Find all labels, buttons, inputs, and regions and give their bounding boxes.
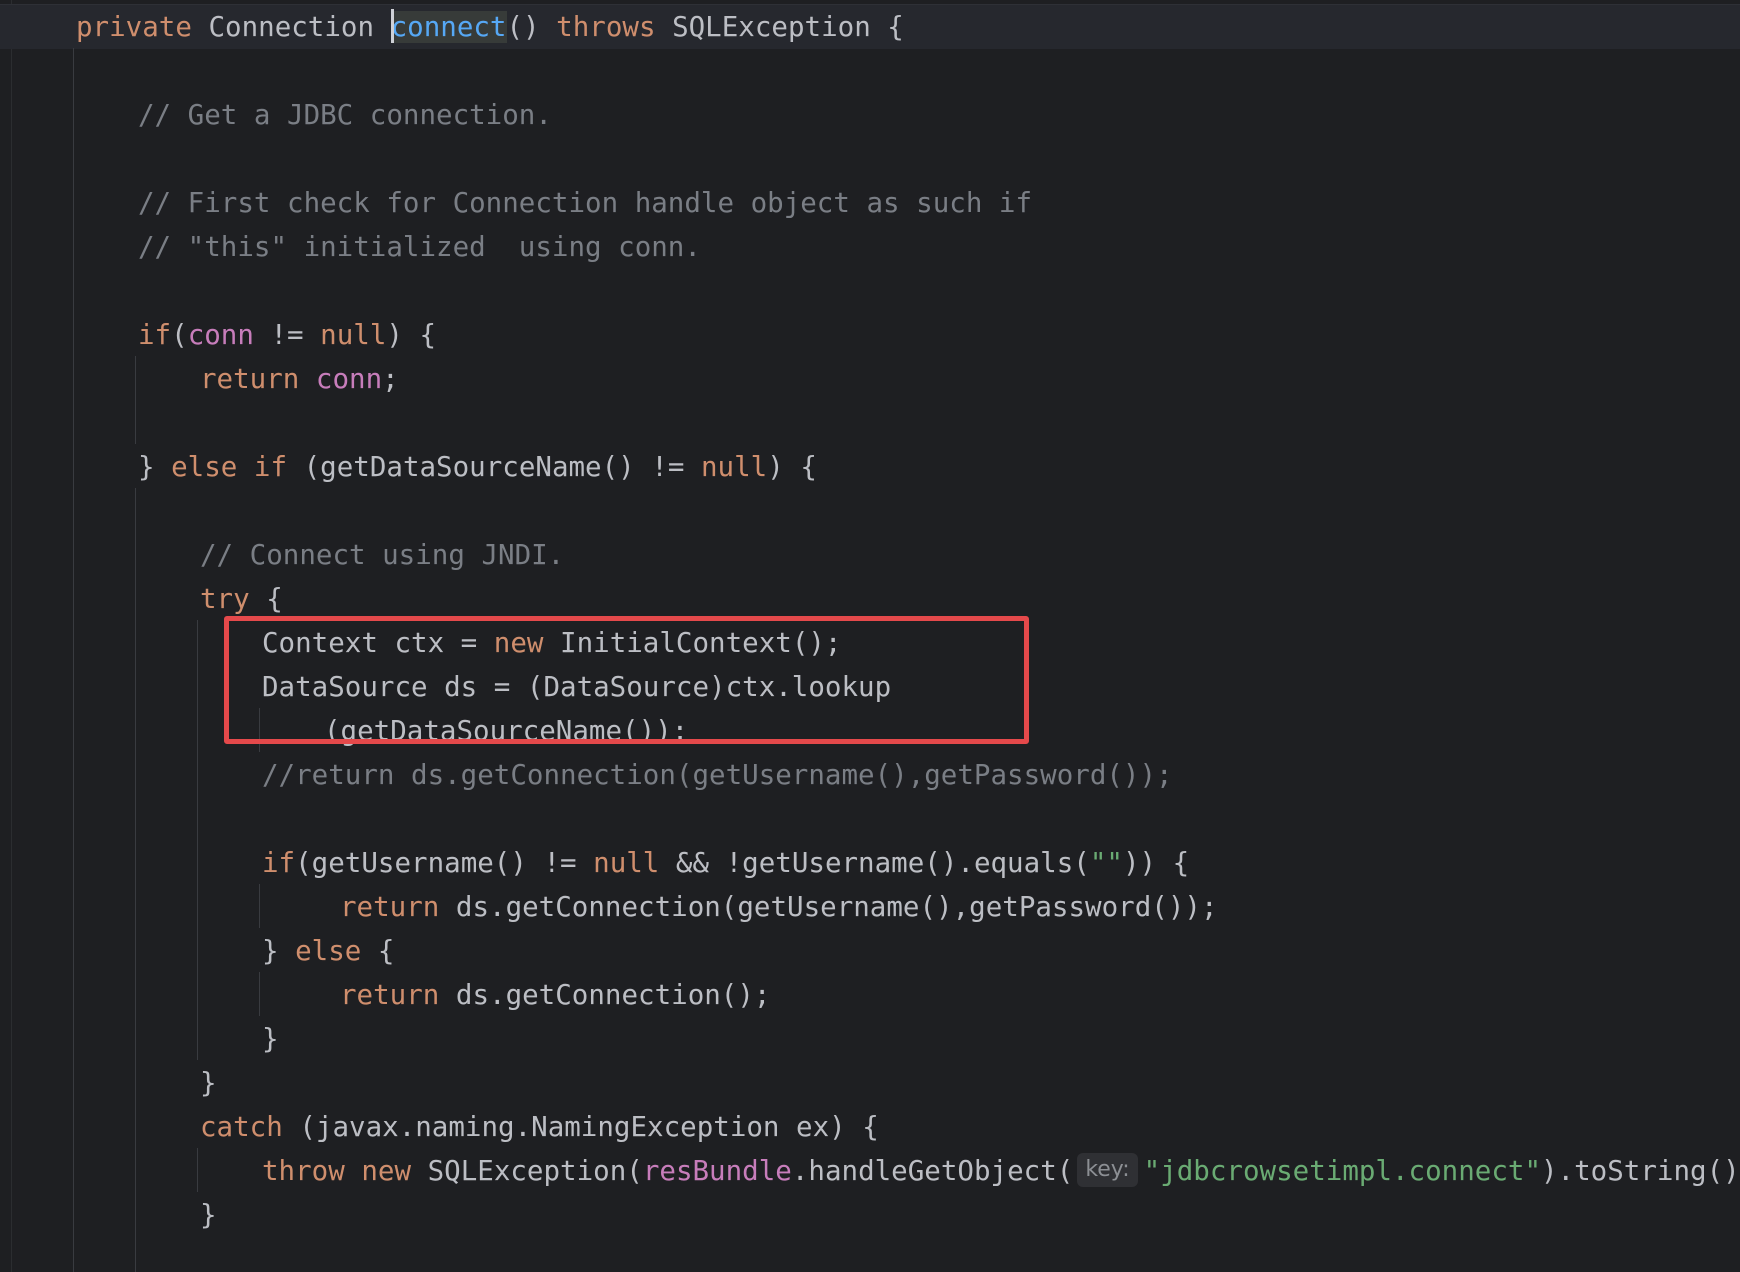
exception-type: SQLException { [655, 11, 904, 43]
code-line-try[interactable]: try { [200, 577, 283, 621]
brace: )) { [1122, 847, 1190, 879]
keyword-if: if [138, 319, 172, 351]
code-line-if-username[interactable]: if(getUsername() != null && !getUsername… [262, 841, 1189, 885]
indent-guide [197, 620, 198, 1060]
code-line-return-conn[interactable]: return conn; [200, 357, 399, 401]
keyword-null: null [320, 319, 387, 351]
indent-guide [73, 48, 74, 1272]
method-call: ds.getConnection(getUsername(),getPasswo… [439, 891, 1218, 923]
brace: } [262, 935, 296, 967]
brace: { [249, 583, 283, 615]
keyword-throws: throws [556, 11, 656, 43]
field-conn: conn [187, 319, 254, 351]
keyword-else: else [171, 451, 238, 483]
condition: && !getUsername().equals( [659, 847, 1090, 879]
code-line-catch[interactable]: catch (javax.naming.NamingException ex) … [200, 1105, 879, 1149]
paren: ( [171, 319, 188, 351]
indent-guide [135, 488, 136, 1272]
field-resbundle: resBundle [642, 1155, 792, 1187]
brace: ) { [386, 319, 437, 351]
parameter-hint-key: key: [1077, 1153, 1138, 1187]
type-connection: Connection [191, 11, 391, 43]
condition: (getUsername() != [295, 847, 594, 879]
field-conn: conn [315, 363, 383, 395]
keyword-null: null [593, 847, 660, 879]
operator: != [253, 319, 321, 351]
code-line-method-signature[interactable]: private Connection connect() throws SQLE… [76, 5, 904, 49]
code-comment[interactable]: // Connect using JNDI. [200, 533, 564, 577]
brace: { [361, 935, 395, 967]
keyword-new: new [361, 1155, 412, 1187]
code-line-return-with-creds[interactable]: return ds.getConnection(getUsername(),ge… [340, 885, 1218, 929]
keyword-try: try [200, 583, 250, 615]
keyword-if: if [262, 847, 296, 879]
keyword-return: return [200, 363, 300, 395]
condition: (getDataSourceName() != [287, 451, 701, 483]
string-empty: "" [1089, 847, 1123, 879]
keyword-else: else [295, 935, 362, 967]
code-line-close-brace[interactable]: } [200, 1061, 217, 1105]
keyword-return: return [340, 891, 440, 923]
code-comment[interactable]: //return ds.getConnection(getUsername(),… [262, 753, 1173, 797]
code-line-return-default[interactable]: return ds.getConnection(); [340, 973, 770, 1017]
code-comment[interactable]: // "this" initialized using conn. [138, 225, 701, 269]
text-caret [390, 9, 394, 43]
method-call: ds.getConnection(); [439, 979, 771, 1011]
indent-guide [197, 1148, 198, 1192]
semicolon: ; [382, 363, 399, 395]
parens: () [506, 11, 557, 43]
method-call: ).toString()); [1541, 1155, 1740, 1187]
keyword-private: private [76, 11, 192, 43]
indent-guide [135, 356, 136, 444]
brace: } [138, 451, 172, 483]
code-comment[interactable]: // Get a JDBC connection. [138, 93, 552, 137]
keyword-throw: throw [262, 1155, 345, 1187]
code-editor[interactable]: private Connection connect() throws SQLE… [0, 0, 1740, 1272]
method-name-connect[interactable]: connect [390, 11, 507, 43]
brace: ) { [767, 451, 817, 483]
keyword-null: null [700, 451, 768, 483]
indent-guide [259, 972, 260, 1016]
code-line-if-conn[interactable]: if(conn != null) { [138, 313, 436, 357]
catch-clause: (javax.naming.NamingException ex) { [282, 1111, 879, 1143]
code-line-else[interactable]: } else { [262, 929, 394, 973]
keyword-return: return [340, 979, 440, 1011]
keyword-if: if [253, 451, 288, 483]
keyword-catch: catch [200, 1111, 283, 1143]
code-line-close-brace[interactable]: } [262, 1017, 279, 1061]
highlight-annotation-box [224, 616, 1029, 744]
indent-guide [259, 884, 260, 928]
code-line-else-if[interactable]: } else if (getDataSourceName() != null) … [138, 445, 817, 489]
string-key: "jdbcrowsetimpl.connect" [1143, 1155, 1541, 1187]
gutter-edge [11, 0, 12, 1272]
code-line-close-brace[interactable]: } [200, 1193, 217, 1237]
method-call: .handleGetObject( [791, 1155, 1074, 1187]
code-line-throw[interactable]: throw new SQLException(resBundle.handleG… [262, 1149, 1740, 1193]
constructor-call: SQLException( [411, 1155, 643, 1187]
code-comment[interactable]: // First check for Connection handle obj… [138, 181, 1032, 225]
